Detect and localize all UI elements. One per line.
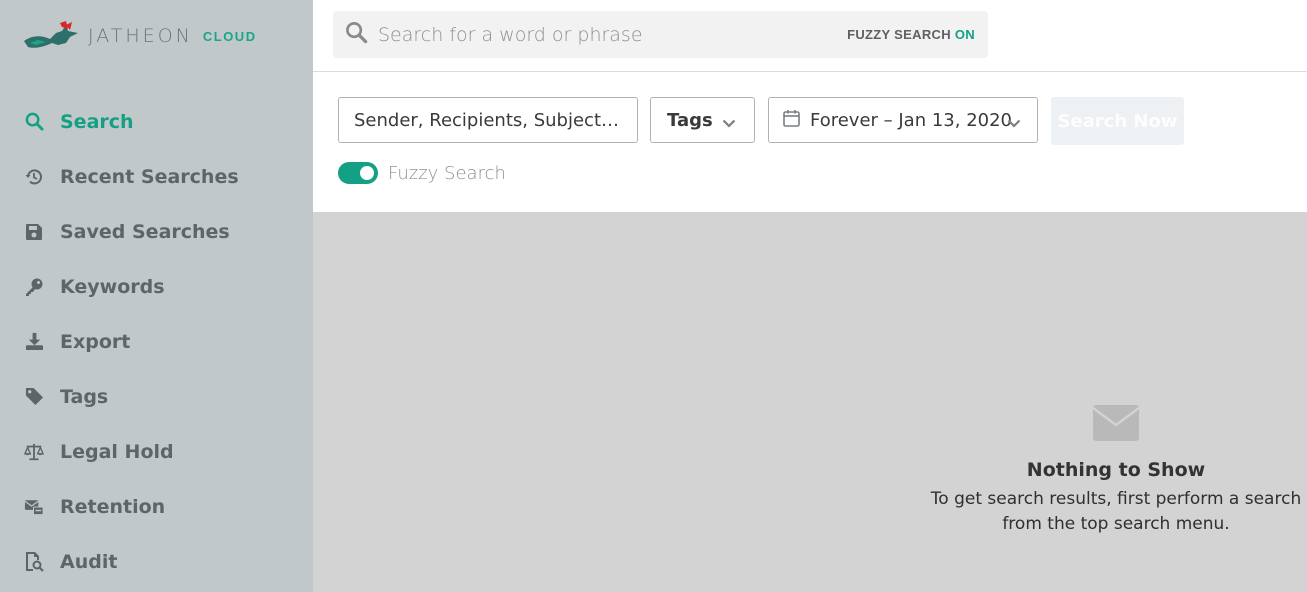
results-area: Nothing to Show To get search results, f… bbox=[313, 212, 1307, 592]
sidebar-item-recent-searches[interactable]: Recent Searches bbox=[0, 149, 313, 204]
search-icon bbox=[345, 21, 368, 49]
retention-icon bbox=[24, 497, 44, 517]
query-fields-select[interactable]: Sender, Recipients, Subject, Bo... bbox=[338, 97, 638, 143]
envelope-icon bbox=[1093, 405, 1139, 441]
empty-state: Nothing to Show To get search results, f… bbox=[923, 405, 1307, 537]
fuzzy-search-status-label: FUZZY SEARCH bbox=[847, 27, 951, 42]
logo[interactable]: JATHEON CLOUD bbox=[22, 18, 257, 54]
sidebar-item-search[interactable]: Search bbox=[0, 94, 313, 149]
fuzzy-search-status[interactable]: FUZZY SEARCH ON bbox=[847, 27, 975, 42]
chevron-down-icon bbox=[1007, 112, 1021, 133]
fuzzy-search-toggle-label: Fuzzy Search bbox=[388, 162, 506, 184]
query-fields-value: Sender, Recipients, Subject, Bo... bbox=[354, 109, 622, 131]
sidebar-item-tags[interactable]: Tags bbox=[0, 369, 313, 424]
date-range-value: Forever – Jan 13, 2020 bbox=[810, 109, 1012, 131]
sidebar-item-export[interactable]: Export bbox=[0, 314, 313, 369]
sidebar-item-label: Search bbox=[60, 110, 134, 133]
scale-icon bbox=[24, 442, 44, 462]
fuzzy-search-status-state: ON bbox=[954, 27, 975, 42]
brand-name: JATHEON bbox=[88, 25, 193, 47]
save-icon bbox=[24, 222, 44, 242]
global-search-input[interactable]: Search for a word or phrase FUZZY SEARCH… bbox=[333, 11, 988, 58]
sidebar-item-keywords[interactable]: Keywords bbox=[0, 259, 313, 314]
chevron-down-icon bbox=[722, 112, 736, 133]
sidebar-item-label: Retention bbox=[60, 495, 166, 518]
calendar-icon bbox=[783, 109, 800, 132]
audit-icon bbox=[24, 552, 44, 572]
tags-dropdown-label: Tags bbox=[667, 109, 713, 131]
top-bar: Search for a word or phrase FUZZY SEARCH… bbox=[313, 0, 1307, 72]
search-placeholder: Search for a word or phrase bbox=[378, 23, 643, 46]
fuzzy-search-toggle[interactable] bbox=[338, 162, 378, 184]
search-filter-bar: Sender, Recipients, Subject, Bo... Tags … bbox=[313, 72, 1307, 212]
brand-suffix: CLOUD bbox=[202, 28, 257, 44]
sidebar-item-label: Recent Searches bbox=[60, 165, 239, 188]
toggle-knob bbox=[360, 166, 374, 180]
key-icon bbox=[24, 277, 44, 297]
sidebar-item-label: Saved Searches bbox=[60, 220, 230, 243]
sidebar-item-retention[interactable]: Retention bbox=[0, 479, 313, 534]
date-range-picker[interactable]: Forever – Jan 13, 2020 bbox=[768, 97, 1038, 143]
sidebar-item-audit[interactable]: Audit bbox=[0, 534, 313, 589]
sidebar-item-label: Audit bbox=[60, 550, 118, 573]
tags-dropdown[interactable]: Tags bbox=[650, 97, 755, 143]
sidebar-item-saved-searches[interactable]: Saved Searches bbox=[0, 204, 313, 259]
sidebar-item-label: Keywords bbox=[60, 275, 165, 298]
sidebar: JATHEON CLOUD Search Recent Searches Sav… bbox=[0, 0, 313, 592]
sidebar-item-label: Tags bbox=[60, 385, 109, 408]
sidebar-item-legal-hold[interactable]: Legal Hold bbox=[0, 424, 313, 479]
jatheon-logo-icon bbox=[24, 21, 78, 48]
empty-state-title: Nothing to Show bbox=[1026, 459, 1206, 481]
sidebar-item-label: Export bbox=[60, 330, 131, 353]
empty-state-message: To get search results, first perform a s… bbox=[930, 489, 1302, 534]
search-icon bbox=[24, 112, 44, 132]
history-icon bbox=[24, 167, 44, 187]
download-icon bbox=[24, 332, 44, 352]
sidebar-nav: Search Recent Searches Saved Searches Ke… bbox=[0, 94, 313, 589]
fuzzy-search-toggle-row: Fuzzy Search bbox=[338, 162, 506, 184]
tag-icon bbox=[24, 387, 44, 407]
search-now-button[interactable]: Search Now bbox=[1051, 97, 1184, 145]
sidebar-item-label: Legal Hold bbox=[60, 440, 174, 463]
